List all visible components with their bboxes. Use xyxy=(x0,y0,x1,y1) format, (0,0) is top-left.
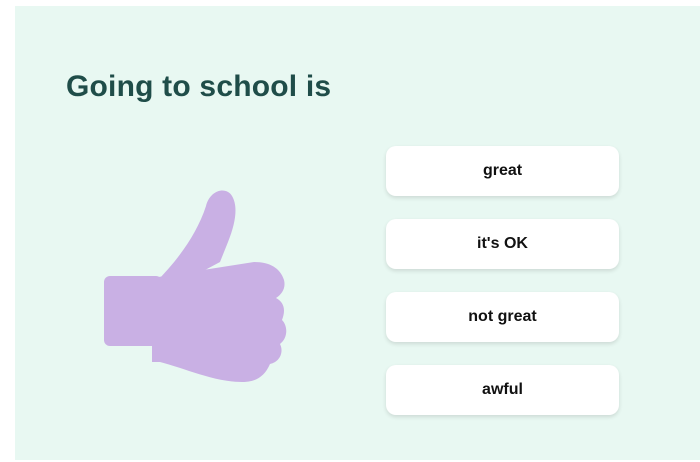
option-awful-button[interactable]: awful xyxy=(386,365,619,415)
survey-card: Going to school is great it's OK not gre… xyxy=(15,6,700,460)
thumbs-up-icon xyxy=(104,182,304,392)
option-not-great-button[interactable]: not great xyxy=(386,292,619,342)
question-title: Going to school is xyxy=(66,70,332,103)
option-great-button[interactable]: great xyxy=(386,146,619,196)
option-label: it's OK xyxy=(477,235,528,252)
option-label: awful xyxy=(482,381,523,398)
option-label: great xyxy=(482,162,523,179)
option-its-ok-button[interactable]: it's OK xyxy=(386,219,619,269)
answer-options: great it's OK not great awful xyxy=(386,146,619,438)
option-label: not great xyxy=(468,308,537,325)
